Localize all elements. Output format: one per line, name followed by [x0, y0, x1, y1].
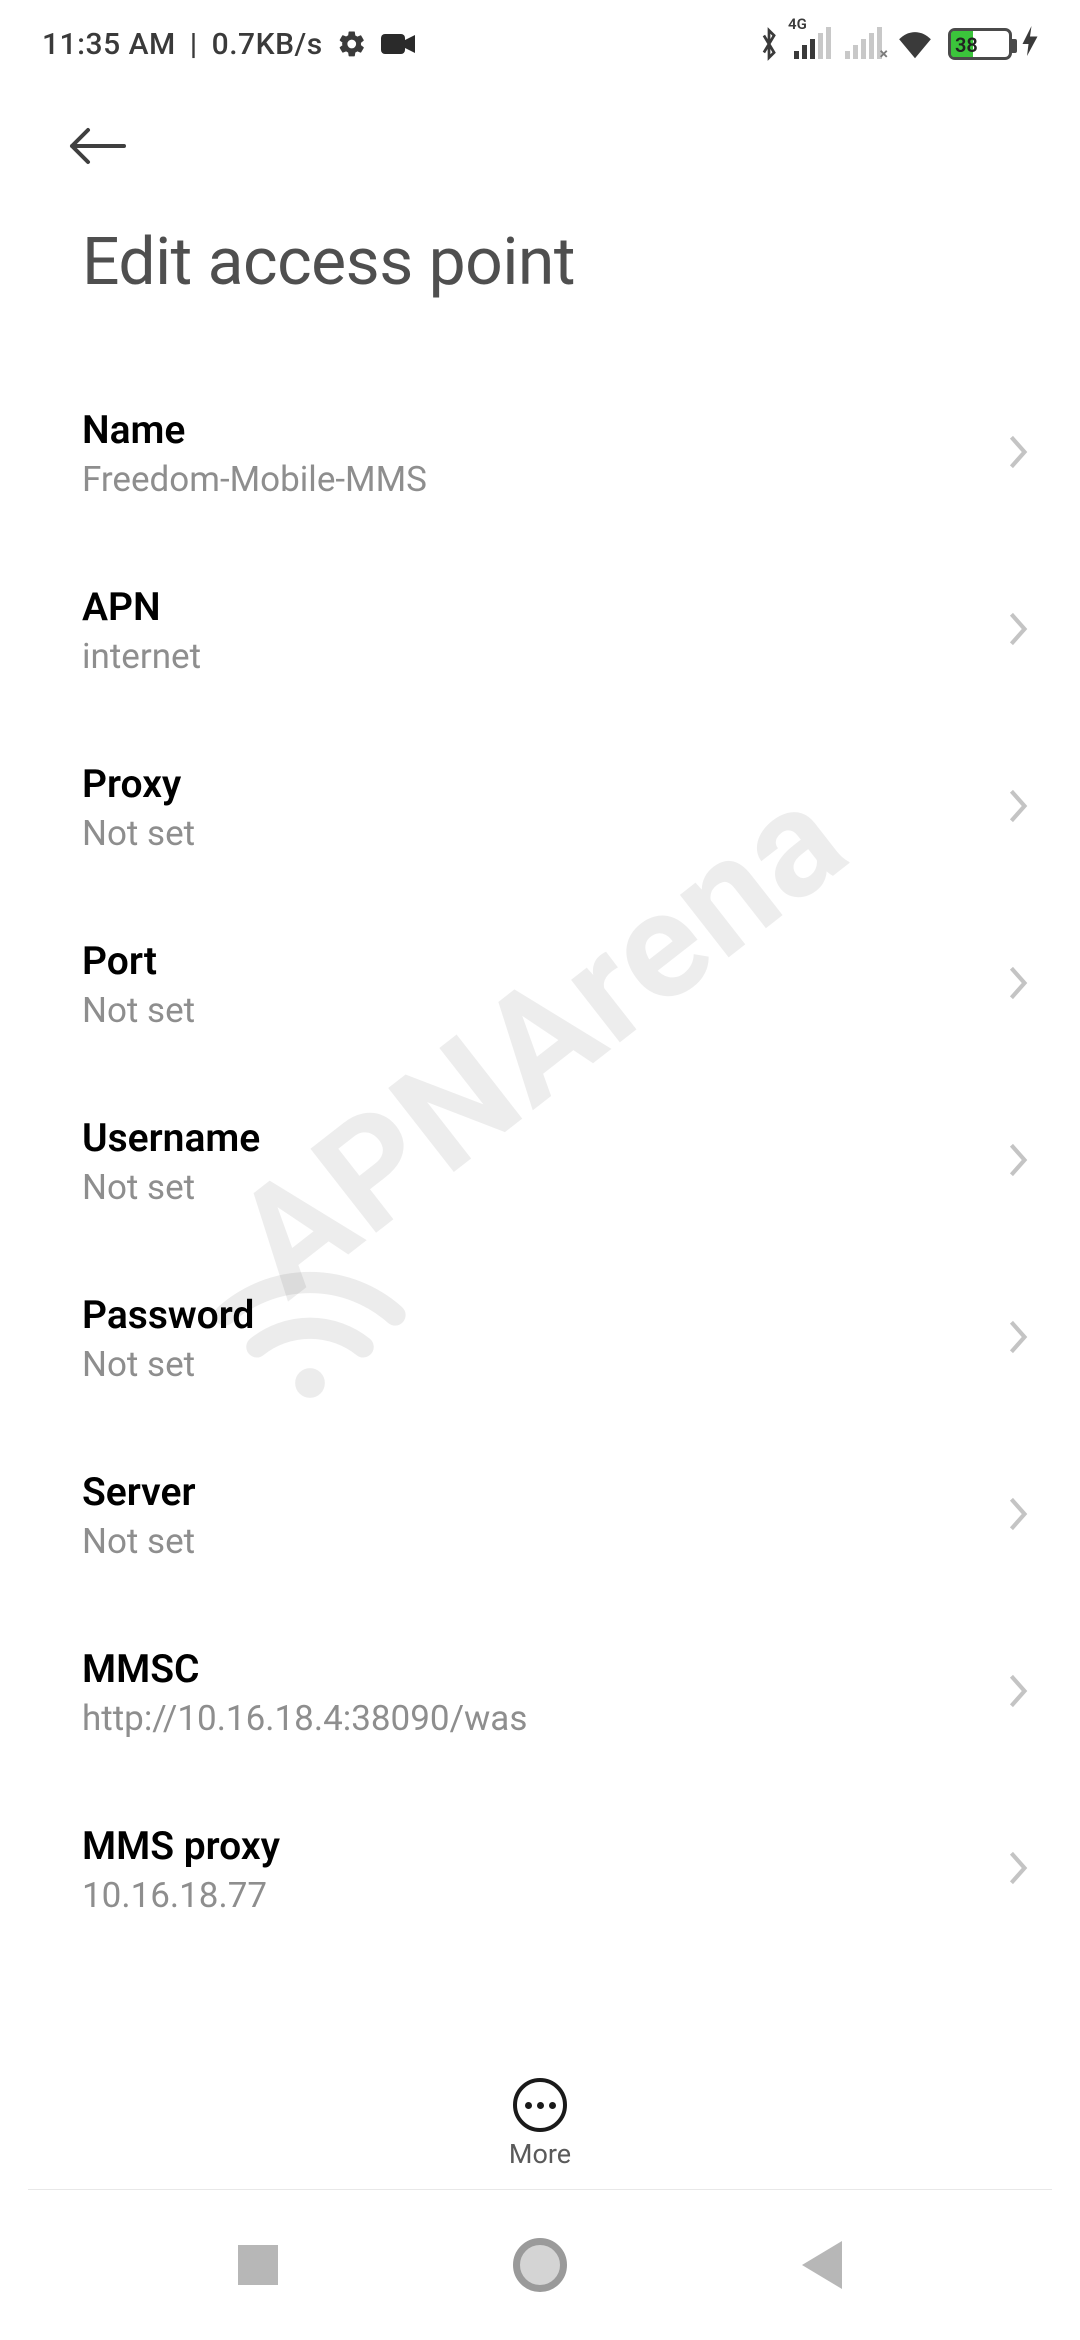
row-label: MMSC [82, 1646, 527, 1692]
row-password[interactable]: Password Not set [0, 1250, 1080, 1427]
row-apn[interactable]: APN internet [0, 542, 1080, 719]
camera-icon [381, 32, 415, 56]
row-port[interactable]: Port Not set [0, 896, 1080, 1073]
signal-x-icon: × [880, 44, 889, 63]
more-menu[interactable]: More [0, 2078, 1080, 2170]
row-name[interactable]: Name Freedom-Mobile-MMS [0, 365, 1080, 542]
status-time: 11:35 AM [42, 27, 176, 62]
row-value: Not set [82, 813, 195, 854]
row-mms-proxy[interactable]: MMS proxy 10.16.18.77 [0, 1781, 1080, 1958]
row-proxy[interactable]: Proxy Not set [0, 719, 1080, 896]
row-username[interactable]: Username Not set [0, 1073, 1080, 1250]
row-label: Password [82, 1292, 254, 1338]
chevron-right-icon [1008, 1496, 1028, 1536]
nav-back-button[interactable] [802, 2241, 842, 2289]
signal-4g-label: 4G [788, 15, 807, 33]
row-value: Not set [82, 1344, 254, 1385]
status-speed: 0.7KB/s [212, 27, 323, 62]
signal-sim2: × [845, 29, 882, 59]
row-label: Port [82, 938, 195, 984]
row-label: Name [82, 407, 427, 453]
bluetooth-icon [758, 27, 780, 61]
more-label: More [509, 2138, 571, 2170]
row-label: Username [82, 1115, 260, 1161]
status-right: 4G × 38 [758, 26, 1038, 63]
row-value: Freedom-Mobile-MMS [82, 459, 427, 500]
back-button[interactable] [66, 151, 130, 170]
chevron-right-icon [1008, 434, 1028, 474]
more-icon [513, 2078, 567, 2132]
chevron-right-icon [1008, 1319, 1028, 1359]
row-value: internet [82, 636, 201, 677]
battery-percent: 38 [955, 33, 978, 57]
status-sep: | [190, 27, 198, 62]
chevron-right-icon [1008, 1142, 1028, 1182]
chevron-right-icon [1008, 611, 1028, 651]
row-label: MMS proxy [82, 1823, 280, 1869]
row-value: http://10.16.18.4:38090/was [82, 1698, 527, 1739]
battery-icon: 38 [948, 28, 1012, 60]
row-label: APN [82, 584, 201, 630]
chevron-right-icon [1008, 788, 1028, 828]
signal-sim1: 4G [794, 29, 831, 59]
nav-home-button[interactable] [513, 2238, 567, 2292]
row-value: Not set [82, 1521, 195, 1562]
status-bar: 11:35 AM | 0.7KB/s 4G × [0, 0, 1080, 70]
chevron-right-icon [1008, 965, 1028, 1005]
back-row [0, 70, 1080, 170]
row-label: Server [82, 1469, 195, 1515]
row-value: Not set [82, 990, 195, 1031]
settings-icon [337, 29, 367, 59]
row-mmsc[interactable]: MMSC http://10.16.18.4:38090/was [0, 1604, 1080, 1781]
chevron-right-icon [1008, 1673, 1028, 1713]
charging-icon [1022, 26, 1038, 63]
row-value: Not set [82, 1167, 260, 1208]
apn-settings-list: Name Freedom-Mobile-MMS APN internet Pro… [0, 301, 1080, 2171]
row-server[interactable]: Server Not set [0, 1427, 1080, 1604]
wifi-icon [896, 29, 934, 59]
row-label: Proxy [82, 761, 195, 807]
chevron-right-icon [1008, 1850, 1028, 1890]
page-title: Edit access point [0, 170, 1080, 301]
nav-recents-button[interactable] [238, 2245, 278, 2285]
android-navbar [0, 2190, 1080, 2340]
row-value: 10.16.18.77 [82, 1875, 280, 1916]
status-left: 11:35 AM | 0.7KB/s [42, 27, 415, 62]
